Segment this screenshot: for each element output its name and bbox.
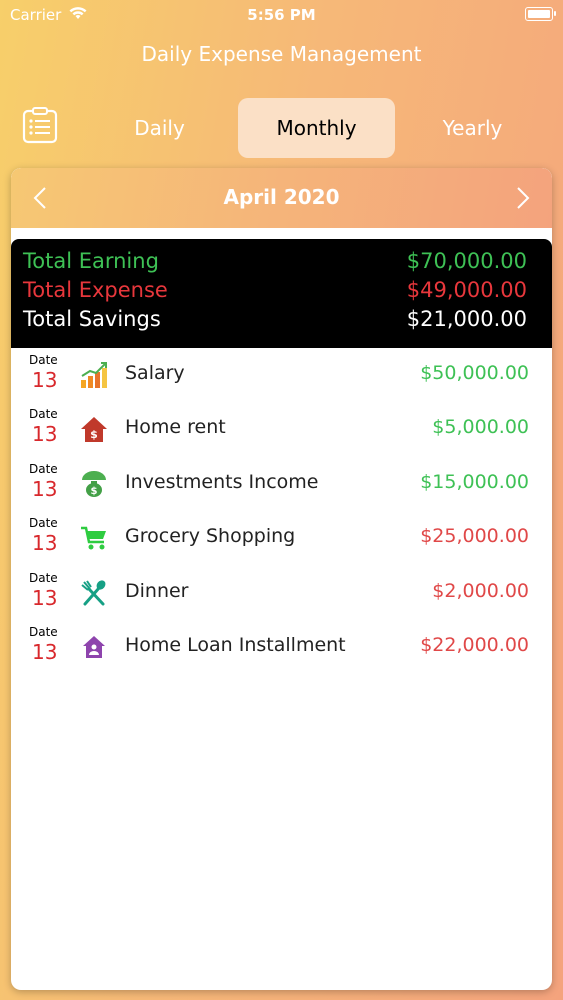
tab-daily[interactable]: Daily <box>81 98 238 158</box>
date-day: 13 <box>32 585 58 610</box>
date-label: Date <box>29 407 58 422</box>
transaction-name: Investments Income <box>125 470 319 493</box>
total-savings-label: Total Savings <box>23 307 161 331</box>
month-header: April 2020 <box>11 168 552 228</box>
total-earning-label: Total Earning <box>23 249 159 273</box>
tab-yearly[interactable]: Yearly <box>394 98 551 158</box>
date-label: Date <box>29 570 58 585</box>
home-loan-icon <box>83 635 105 658</box>
battery-icon <box>525 7 556 21</box>
total-expense-value: $49,000.00 <box>406 278 527 302</box>
transaction-amount: $15,000.00 <box>420 470 529 493</box>
total-expense-label: Total Expense <box>23 278 168 302</box>
transaction-amount: $22,000.00 <box>420 633 529 656</box>
table-row[interactable]: Date 13 $ Investments Income $15,000.00 <box>11 457 552 511</box>
total-earning-row: Total Earning $70,000.00 <box>23 249 527 278</box>
date-day: 13 <box>32 531 58 556</box>
salary-chart-icon <box>81 362 107 388</box>
transaction-name: Home Loan Installment <box>125 633 346 656</box>
total-expense-row: Total Expense $49,000.00 <box>23 278 527 307</box>
status-time: 5:56 PM <box>247 6 316 24</box>
home-rent-icon: $ <box>81 417 107 443</box>
money-bag-umbrella-icon: $ <box>82 470 106 497</box>
svg-text:$: $ <box>91 486 98 497</box>
date-day: 13 <box>32 476 58 501</box>
date-day: 13 <box>32 639 58 664</box>
shopping-cart-icon <box>81 526 106 550</box>
svg-text:$: $ <box>90 428 98 441</box>
summary-panel: Total Earning $70,000.00 Total Expense $… <box>11 239 552 348</box>
transaction-name: Salary <box>125 362 185 384</box>
transaction-name: Home rent <box>125 416 226 439</box>
date-day: 13 <box>32 368 58 392</box>
tab-monthly[interactable]: Monthly <box>238 98 395 158</box>
monthly-card: April 2020 Total Earning $70,000.00 Tota… <box>11 168 552 990</box>
date-day: 13 <box>32 422 58 447</box>
total-savings-row: Total Savings $21,000.00 <box>23 307 527 336</box>
app-title: Daily Expense Management <box>141 42 422 66</box>
tab-daily-label: Daily <box>134 116 185 140</box>
total-savings-value: $21,000.00 <box>406 307 527 331</box>
transaction-amount: $2,000.00 <box>432 579 529 602</box>
report-list-icon[interactable] <box>22 106 58 144</box>
transaction-name: Dinner <box>125 579 189 602</box>
table-row[interactable]: Date 13 Home Loan Installment $22,000.00 <box>11 620 552 674</box>
next-month-icon[interactable] <box>516 186 530 210</box>
status-bar: Carrier 5:56 PM <box>0 0 563 30</box>
date-label: Date <box>29 461 58 476</box>
date-label: Date <box>29 353 58 367</box>
table-row[interactable]: Date 13 $ Home rent $5,000.00 <box>11 402 552 456</box>
total-earning-value: $70,000.00 <box>406 249 527 273</box>
table-row[interactable]: Date 13 Salary $50,000.00 <box>11 348 552 402</box>
month-label: April 2020 <box>223 185 340 209</box>
table-row[interactable]: Date 13 Grocery Shopping $25,000.00 <box>11 511 552 565</box>
transaction-amount: $5,000.00 <box>432 416 529 439</box>
date-label: Date <box>29 624 58 639</box>
date-label: Date <box>29 516 58 531</box>
transaction-list: Date 13 Salary $50,000.00 Date 13 $ Home… <box>11 348 552 674</box>
table-row[interactable]: Date 13 Dinner $2,000.00 <box>11 566 552 620</box>
transaction-amount: $25,000.00 <box>420 525 529 548</box>
transaction-amount: $50,000.00 <box>420 362 529 384</box>
tab-monthly-label: Monthly <box>276 116 357 140</box>
fork-spoon-icon <box>81 579 106 606</box>
transaction-name: Grocery Shopping <box>125 525 296 548</box>
tab-yearly-label: Yearly <box>442 116 503 140</box>
